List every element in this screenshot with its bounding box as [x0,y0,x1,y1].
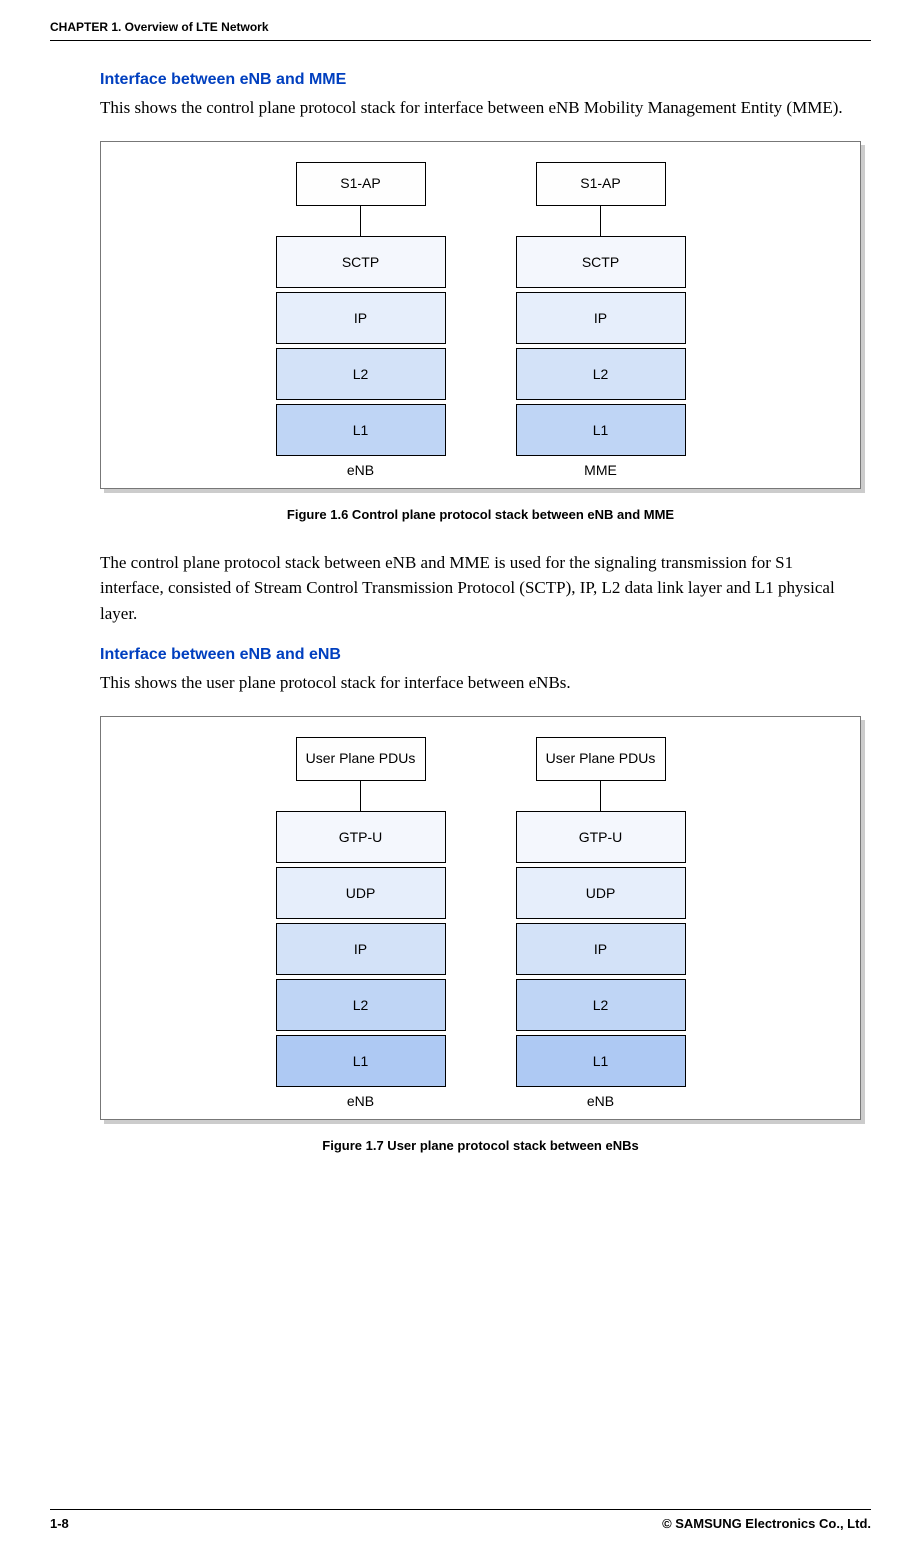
fig1-left-layer3: L1 [276,404,446,456]
fig2-left-layer4: L1 [276,1035,446,1087]
fig1-left-top: S1-AP [296,162,426,206]
fig2-right-layer4: L1 [516,1035,686,1087]
fig2-right-layer1: UDP [516,867,686,919]
figure-1-7-caption: Figure 1.7 User plane protocol stack bet… [100,1138,861,1153]
fig2-right-layer3: L2 [516,979,686,1031]
figure-1-6: S1-AP SCTP IP L2 L1 eNB S1-AP SCTP IP L2… [100,141,861,489]
fig1-left-layer0: SCTP [276,236,446,288]
fig2-left-stack: User Plane PDUs GTP-U UDP IP L2 L1 eNB [271,737,451,1109]
copyright: © SAMSUNG Electronics Co., Ltd. [662,1516,871,1531]
section1-title: Interface between eNB and MME [100,71,861,89]
fig2-right-stack: User Plane PDUs GTP-U UDP IP L2 L1 eNB [511,737,691,1109]
fig1-left-stack: S1-AP SCTP IP L2 L1 eNB [271,162,451,478]
fig1-right-node: MME [584,462,617,478]
connector [360,781,361,811]
fig1-right-layer1: IP [516,292,686,344]
fig2-right-layer2: IP [516,923,686,975]
connector [600,781,601,811]
fig1-right-top: S1-AP [536,162,666,206]
section2-intro: This shows the user plane protocol stack… [100,670,861,696]
fig2-left-top: User Plane PDUs [296,737,426,781]
section1-after: The control plane protocol stack between… [100,550,861,627]
fig1-right-layer2: L2 [516,348,686,400]
fig2-left-layer3: L2 [276,979,446,1031]
fig1-left-layer1: IP [276,292,446,344]
page-number: 1-8 [50,1516,69,1531]
fig2-right-top: User Plane PDUs [536,737,666,781]
fig2-left-layer1: UDP [276,867,446,919]
fig1-right-layer0: SCTP [516,236,686,288]
connector [600,206,601,236]
fig2-left-node: eNB [347,1093,374,1109]
section1-intro: This shows the control plane protocol st… [100,95,861,121]
connector [360,206,361,236]
fig1-left-layer2: L2 [276,348,446,400]
chapter-header: CHAPTER 1. Overview of LTE Network [50,20,871,41]
fig1-right-layer3: L1 [516,404,686,456]
section2-title: Interface between eNB and eNB [100,646,861,664]
fig1-right-stack: S1-AP SCTP IP L2 L1 MME [511,162,691,478]
fig2-left-layer2: IP [276,923,446,975]
figure-1-7: User Plane PDUs GTP-U UDP IP L2 L1 eNB U… [100,716,861,1120]
fig1-left-node: eNB [347,462,374,478]
page-footer: 1-8 © SAMSUNG Electronics Co., Ltd. [50,1509,871,1531]
fig2-right-layer0: GTP-U [516,811,686,863]
fig2-right-node: eNB [587,1093,614,1109]
page-content: Interface between eNB and MME This shows… [50,71,871,1153]
figure-1-6-caption: Figure 1.6 Control plane protocol stack … [100,507,861,522]
fig2-left-layer0: GTP-U [276,811,446,863]
